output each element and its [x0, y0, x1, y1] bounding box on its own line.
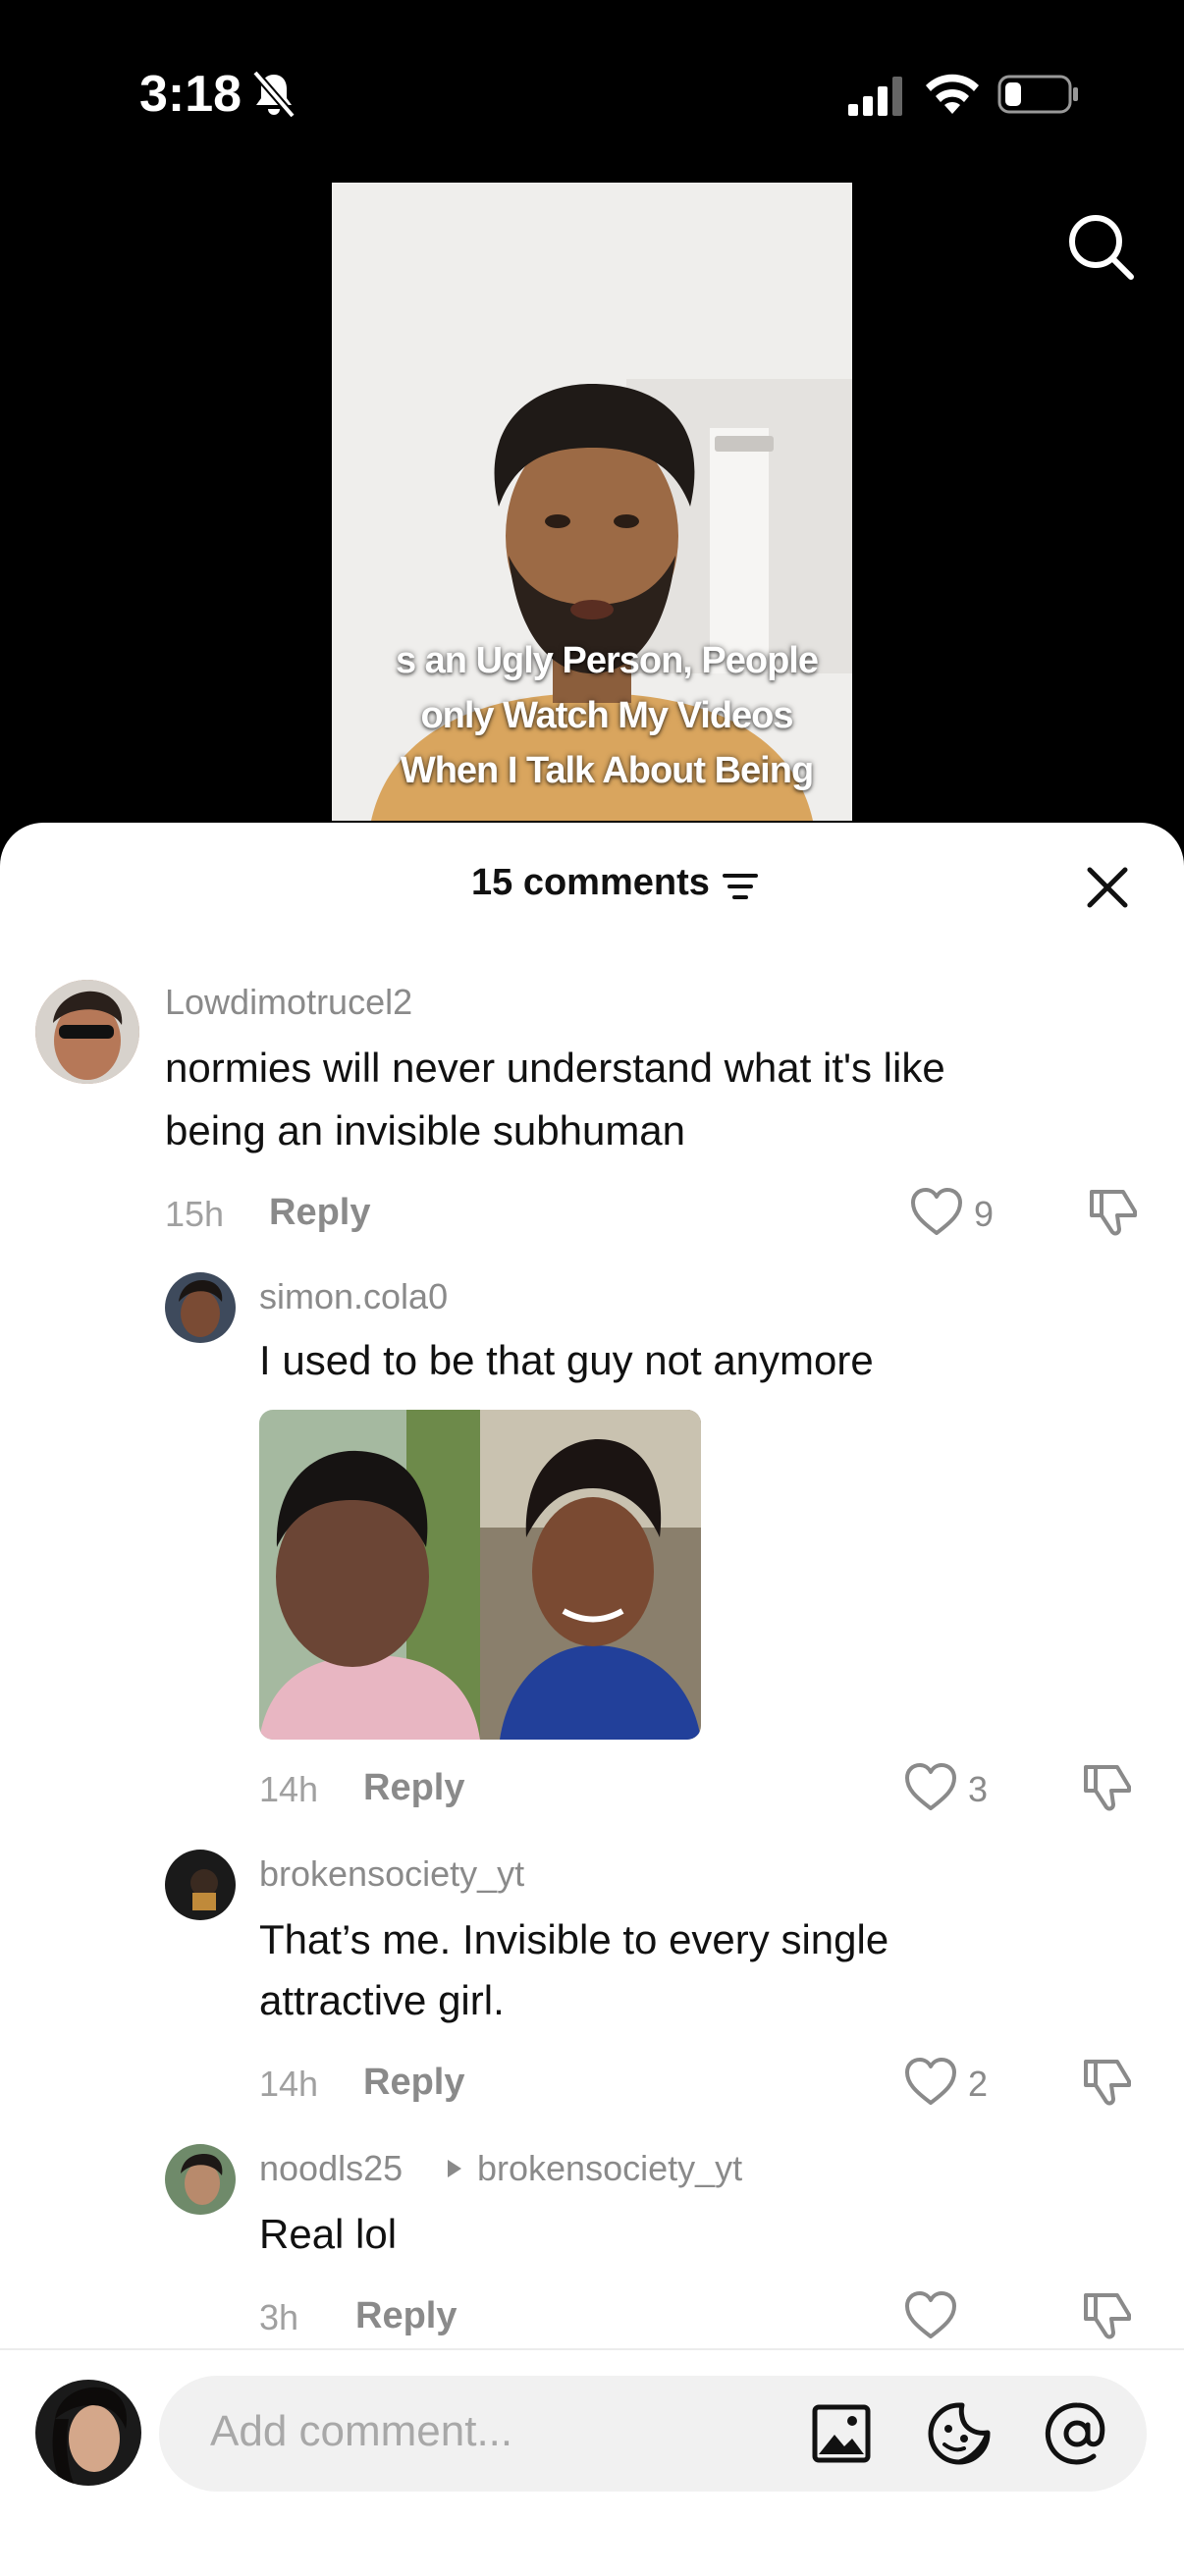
comment-time: 3h [259, 2297, 299, 2337]
search-icon[interactable] [1064, 210, 1137, 283]
sticker-icon[interactable] [925, 2399, 994, 2468]
reply-button[interactable]: Reply [355, 2295, 457, 2337]
avatar[interactable] [165, 1850, 236, 1920]
comment-username[interactable]: brokensociety_yt [259, 1853, 524, 1895]
heart-icon[interactable] [903, 2289, 958, 2340]
muted-bell-icon [251, 70, 296, 119]
dislike-icon[interactable] [1080, 1759, 1135, 1814]
signal-icon [848, 77, 902, 116]
comment-text-line: Real lol [259, 2211, 398, 2257]
heart-icon[interactable] [903, 2056, 958, 2107]
like-count: 3 [968, 1769, 989, 1809]
video-caption-line-2: only Watch My Videos [420, 695, 793, 736]
dislike-icon[interactable] [1080, 2054, 1135, 2109]
comment-time: 15h [165, 1194, 225, 1234]
reply-arrow-icon [448, 2160, 461, 2177]
video-caption-line-1: s an Ugly Person, People [395, 640, 819, 681]
wifi-icon [926, 74, 979, 114]
comment-text-line: being an invisible subhuman [165, 1107, 686, 1154]
image-icon[interactable] [807, 2399, 876, 2468]
comment-text-line: I used to be that guy not anymore [259, 1337, 874, 1383]
reply-to-username[interactable]: brokensociety_yt [477, 2148, 742, 2189]
comment-username[interactable]: Lowdimotrucel2 [165, 982, 412, 1023]
heart-icon[interactable] [903, 1761, 958, 1812]
comment-text-line: That’s me. Invisible to every single [259, 1916, 889, 1962]
comment-text-line: attractive girl. [259, 1977, 505, 2023]
status-time: 3:18 [139, 66, 242, 123]
reply-button[interactable]: Reply [269, 1192, 370, 1234]
avatar[interactable] [35, 980, 139, 1084]
comment-username[interactable]: noodls25 [259, 2148, 403, 2189]
video-caption-line-3: When I Talk About Being [400, 750, 814, 791]
like-count: 2 [968, 2064, 989, 2104]
comment-text-line: normies will never understand what it's … [165, 1045, 945, 1091]
status-bar: 3:18 [0, 0, 1184, 187]
mention-icon[interactable] [1043, 2399, 1111, 2468]
battery-icon [997, 75, 1078, 114]
comment-input-placeholder: Add comment... [210, 2407, 513, 2455]
comments-header: 15 comments [0, 823, 1184, 940]
reply-button[interactable]: Reply [363, 1767, 464, 1809]
user-avatar[interactable] [35, 2380, 141, 2486]
comments-count: 15 comments [471, 862, 710, 903]
avatar[interactable] [165, 1272, 236, 1343]
comment-time: 14h [259, 1769, 319, 1809]
reply-button[interactable]: Reply [363, 2062, 464, 2104]
close-icon[interactable] [1080, 860, 1135, 915]
comment-username[interactable]: simon.cola0 [259, 1276, 448, 1317]
comment-image[interactable] [259, 1410, 701, 1740]
comment-time: 14h [259, 2064, 319, 2104]
like-count: 9 [974, 1194, 995, 1234]
dislike-icon[interactable] [1080, 2287, 1135, 2342]
dislike-icon[interactable] [1086, 1184, 1141, 1239]
filter-icon[interactable] [721, 870, 760, 903]
heart-icon[interactable] [909, 1186, 964, 1237]
video-preview[interactable]: s an Ugly Person, People only Watch My V… [332, 183, 852, 821]
avatar[interactable] [165, 2144, 236, 2215]
